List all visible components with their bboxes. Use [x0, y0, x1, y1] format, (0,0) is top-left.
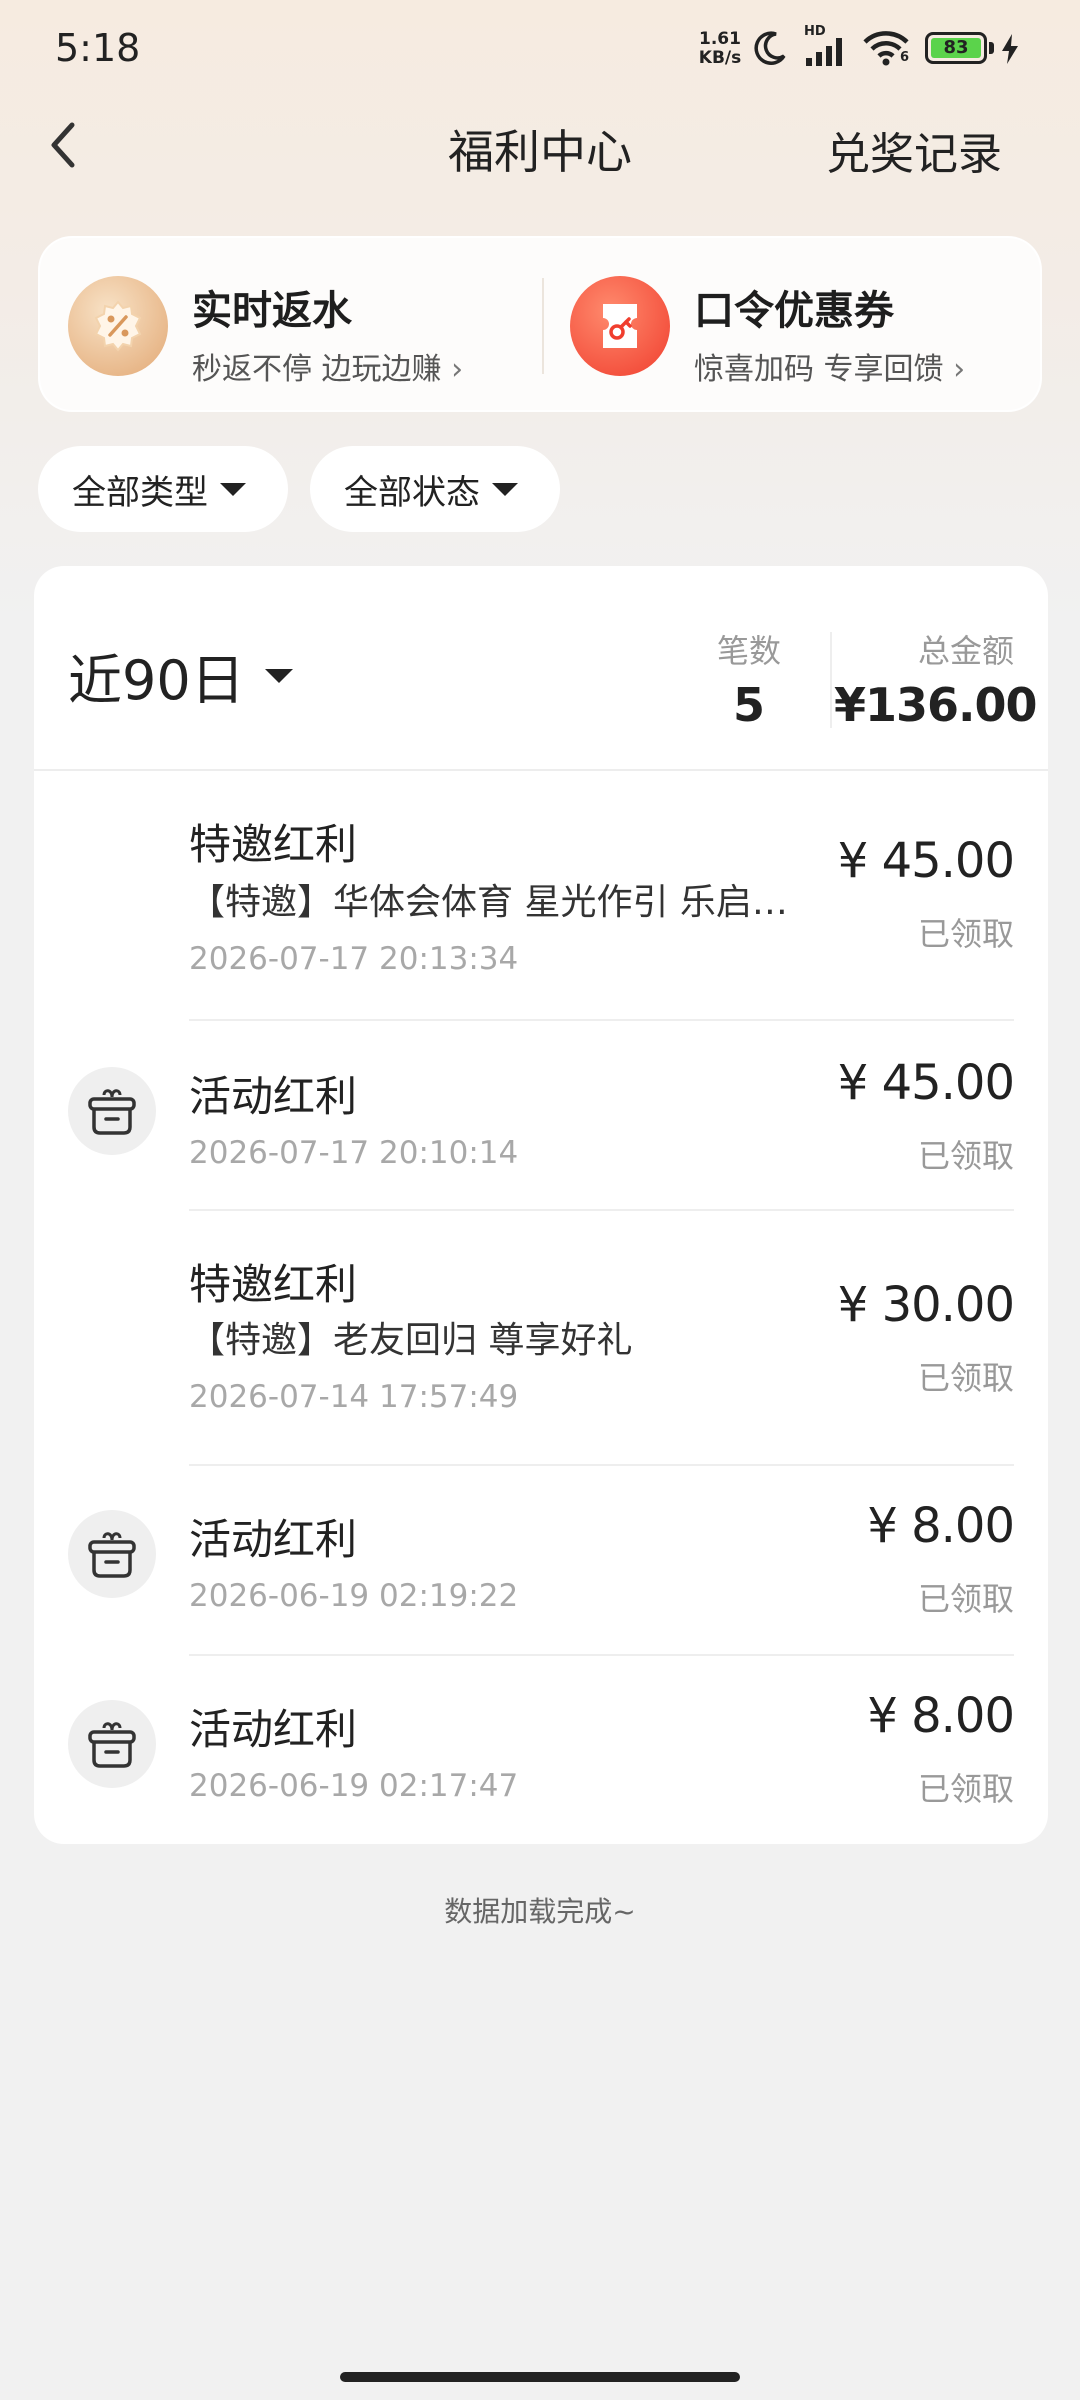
filter-type-label: 全部类型 [72, 472, 208, 513]
promo-subtitle-text: 惊喜加码 专享回馈 [694, 352, 944, 387]
promo-subtitle-text: 秒返不停 边玩边赚 [192, 352, 442, 387]
record-amount: ¥ 8.00 [867, 1498, 1015, 1554]
record-row[interactable]: 活动红利 2026-06-19 02:19:22 ¥ 8.00 已领取 [34, 1466, 1048, 1656]
caret-down-icon [220, 482, 246, 496]
total-label: 总金额 [917, 632, 1014, 670]
summary-header: 近90日 笔数 5 总金额 ¥136.00 [34, 566, 1048, 771]
promo-subtitle: 秒返不停 边玩边赚 › [192, 344, 463, 388]
status-time: 5:18 [55, 26, 141, 70]
count-value: 5 [732, 678, 765, 732]
record-title: 活动红利 [189, 1515, 358, 1564]
count-label: 笔数 [716, 632, 781, 670]
record-amount: ¥ 30.00 [837, 1277, 1015, 1333]
wifi-badge: 6 [900, 50, 910, 65]
redeem-record-link[interactable]: 兑奖记录 [826, 118, 1002, 182]
percent-badge-icon [68, 276, 168, 376]
date-range-dropdown[interactable]: 近90日 [68, 636, 293, 715]
moon-icon [754, 31, 786, 65]
caret-down-icon [264, 668, 293, 683]
gift-box-icon [68, 1067, 156, 1155]
promo-card: 实时返水 秒返不停 边玩边赚 › 口令优惠券 惊喜加码 专享回馈 › [38, 236, 1042, 412]
record-time: 2026-07-14 17:57:49 [189, 1379, 519, 1415]
filter-status-label: 全部状态 [344, 472, 480, 513]
app-header: 福利中心 兑奖记录 [0, 100, 1080, 190]
record-row[interactable]: 活动红利 2026-07-17 20:10:14 ¥ 45.00 已领取 [34, 1021, 1048, 1211]
record-amount: ¥ 45.00 [837, 1055, 1015, 1111]
chevron-right-icon: › [451, 352, 464, 387]
chevron-right-icon: › [953, 352, 966, 387]
promo-realtime-rebate[interactable]: 实时返水 秒返不停 边玩边赚 › [40, 238, 540, 414]
key-ticket-icon [570, 276, 670, 376]
record-title: 特邀红利 [189, 820, 358, 869]
record-time: 2026-07-17 20:10:14 [189, 1135, 519, 1171]
record-time: 2026-07-17 20:13:34 [189, 941, 519, 977]
charging-icon [1002, 34, 1018, 64]
record-status: 已领取 [917, 1770, 1014, 1808]
record-time: 2026-06-19 02:17:47 [189, 1768, 519, 1804]
record-time: 2026-06-19 02:19:22 [189, 1578, 519, 1614]
records-card: 近90日 笔数 5 总金额 ¥136.00 特邀红利 【特邀】华体会体育 星光作… [34, 566, 1048, 1844]
record-amount: ¥ 8.00 [867, 1688, 1015, 1744]
record-row[interactable]: 特邀红利 【特邀】华体会体育 星光作引 乐启… 2026-07-17 20:13… [34, 771, 1048, 1021]
promo-title: 实时返水 [192, 288, 352, 334]
load-complete-note: 数据加载完成~ [444, 1895, 636, 1928]
network-speed-value: 1.61 [699, 29, 741, 49]
promo-subtitle: 惊喜加码 专享回馈 › [694, 344, 965, 388]
stat-divider [830, 632, 832, 728]
battery-icon: 83 [925, 32, 987, 64]
record-status: 已领取 [917, 1580, 1014, 1618]
record-status: 已领取 [917, 915, 1014, 953]
record-title: 活动红利 [189, 1705, 358, 1754]
record-status: 已领取 [917, 1137, 1014, 1175]
filter-status-dropdown[interactable]: 全部状态 [310, 446, 560, 532]
signal-icon [806, 38, 842, 66]
caret-down-icon [492, 482, 518, 496]
network-speed: 1.61 KB/s [694, 30, 746, 68]
hd-label: HD [804, 24, 826, 39]
gift-box-icon [68, 1510, 156, 1598]
status-bar: 5:18 1.61 KB/s HD 6 83 [0, 0, 1080, 100]
record-title: 特邀红利 [189, 1260, 358, 1309]
date-range-label: 近90日 [68, 649, 245, 712]
home-indicator[interactable] [340, 2372, 740, 2382]
gift-box-icon [68, 1700, 156, 1788]
record-row[interactable]: 活动红利 2026-06-19 02:17:47 ¥ 8.00 已领取 [34, 1656, 1048, 1844]
record-title: 活动红利 [189, 1072, 358, 1121]
total-value: ¥136.00 [834, 678, 1038, 732]
record-amount: ¥ 45.00 [837, 833, 1015, 889]
record-status: 已领取 [917, 1359, 1014, 1397]
filter-type-dropdown[interactable]: 全部类型 [38, 446, 288, 532]
record-row[interactable]: 特邀红利 【特邀】老友回归 尊享好礼 2026-07-14 17:57:49 ¥… [34, 1211, 1048, 1466]
record-desc: 【特邀】华体会体育 星光作引 乐启… [189, 882, 788, 923]
promo-coupon[interactable]: 口令优惠券 惊喜加码 专享回馈 › [542, 238, 1042, 414]
record-desc: 【特邀】老友回归 尊享好礼 [189, 1320, 633, 1361]
network-speed-unit: KB/s [698, 48, 742, 68]
battery-level: 83 [931, 38, 981, 58]
promo-title: 口令优惠券 [694, 288, 894, 334]
battery-tip [989, 42, 994, 54]
